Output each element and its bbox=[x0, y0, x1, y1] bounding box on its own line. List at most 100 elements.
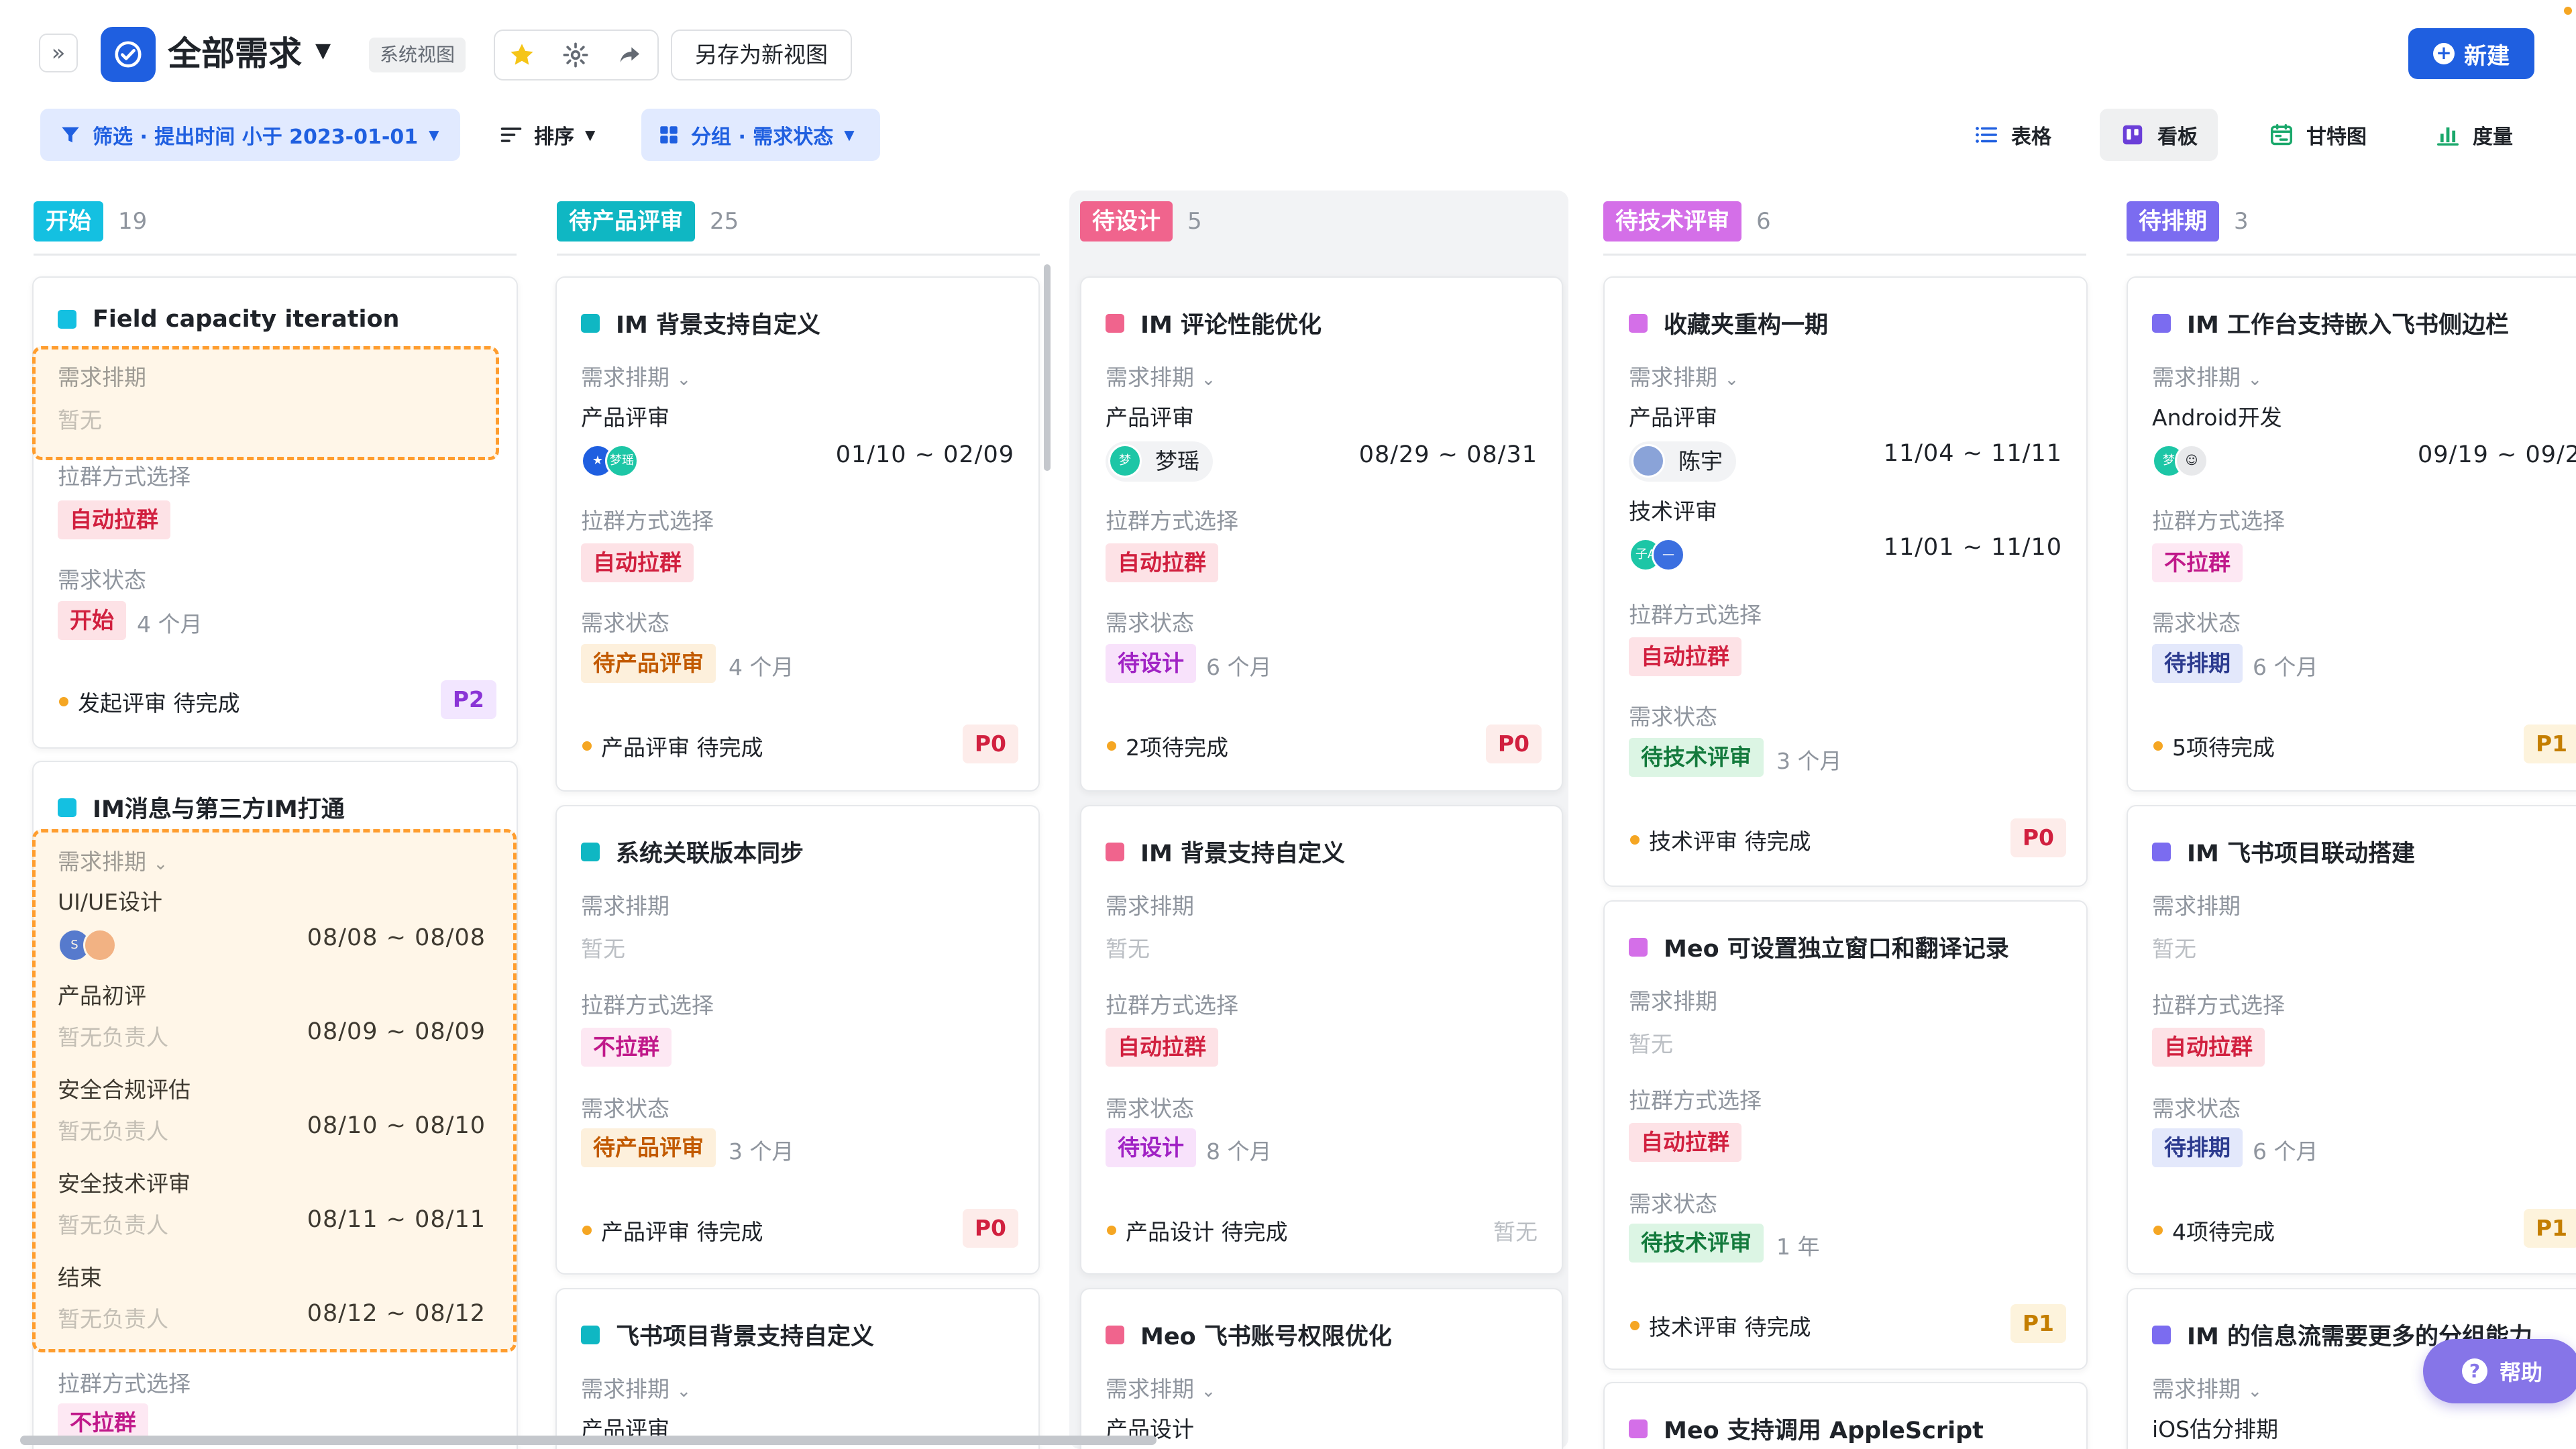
app-icon bbox=[101, 27, 156, 82]
group-method-label: 拉群方式选择 bbox=[1629, 1087, 1762, 1114]
expand-sidebar-button[interactable]: » bbox=[39, 34, 78, 72]
notification-dot bbox=[2564, 7, 2572, 15]
status-square-icon bbox=[1106, 1325, 1124, 1344]
status-tag[interactable]: 待排期 bbox=[2152, 644, 2243, 683]
status-tag[interactable]: 待排期 bbox=[2152, 1128, 2243, 1167]
pending-dot-icon bbox=[582, 1226, 592, 1235]
status-square-icon bbox=[2152, 313, 2171, 333]
card-im-background-custom[interactable]: IM 背景支持自定义 需求排期 ⌄ 产品评审 ★ 梦瑶 01/10 ~ 02/0… bbox=[555, 276, 1040, 792]
card-system-version-sync[interactable]: 系统关联版本同步 需求排期 暂无 拉群方式选择 不拉群 需求状态 待产品评审 3… bbox=[555, 805, 1040, 1275]
stage-name: 技术评审 bbox=[1629, 498, 1717, 525]
schedule-empty: 暂无 bbox=[581, 936, 625, 962]
avatar bbox=[1631, 444, 1665, 478]
group-button[interactable]: 分组 · 需求状态 ▼ bbox=[641, 109, 880, 161]
gear-icon bbox=[563, 42, 588, 68]
group-grid-icon bbox=[660, 126, 678, 144]
group-method-tag[interactable]: 自动拉群 bbox=[1629, 1123, 1741, 1162]
horizontal-scrollbar[interactable] bbox=[20, 1436, 1157, 1445]
column-title: 待产品评审 bbox=[557, 201, 695, 241]
share-arrow-icon bbox=[620, 47, 639, 62]
status-square-icon bbox=[581, 1325, 600, 1344]
status-tag[interactable]: 待设计 bbox=[1106, 1128, 1196, 1167]
status-tag[interactable]: 待产品评审 bbox=[581, 1128, 716, 1167]
status-tag[interactable]: 待产品评审 bbox=[581, 644, 716, 683]
footer-text: 发起评审 待完成 bbox=[78, 690, 240, 716]
card-meo-window-translate[interactable]: Meo 可设置独立窗口和翻译记录 需求排期 暂无 拉群方式选择 自动拉群 需求状… bbox=[1603, 900, 2088, 1370]
share-button[interactable] bbox=[602, 31, 656, 79]
group-method-tag[interactable]: 自动拉群 bbox=[2152, 1028, 2265, 1067]
card-meo-permission[interactable]: Meo 飞书账号权限优化 需求排期 ⌄ 产品设计 bbox=[1080, 1288, 1563, 1449]
pending-dot-icon bbox=[1107, 741, 1116, 751]
group-method-label: 拉群方式选择 bbox=[1106, 508, 1238, 534]
priority-badge: P0 bbox=[962, 724, 1018, 763]
dashed-highlight-box bbox=[32, 829, 517, 1352]
favorite-button[interactable] bbox=[495, 31, 549, 79]
card-footer: 技术评审 待完成 bbox=[1630, 1309, 1811, 1342]
status-tag[interactable]: 待设计 bbox=[1106, 644, 1196, 683]
card-im-workspace-sidebar[interactable]: IM 工作台支持嵌入飞书侧边栏 需求排期 ⌄ Android开发 梦 ☺ 09/… bbox=[2127, 276, 2576, 792]
double-chevron-right-icon: » bbox=[51, 40, 66, 66]
card-im-feishu-project-link[interactable]: IM 飞书项目联动搭建 需求排期 暂无 拉群方式选择 自动拉群 需求状态 待排期… bbox=[2127, 805, 2576, 1275]
priority-badge: P2 bbox=[440, 680, 496, 719]
card-title: Meo 支持调用 AppleScript bbox=[1629, 1411, 1984, 1446]
schedule-label: 需求排期 ⌄ bbox=[581, 1376, 692, 1402]
filter-icon bbox=[62, 127, 79, 143]
status-tag[interactable]: 待技术评审 bbox=[1629, 1224, 1764, 1263]
card-footer: 发起评审 待完成 bbox=[59, 686, 240, 718]
new-button[interactable]: + 新建 bbox=[2408, 28, 2534, 79]
chevron-down-icon: ⌄ bbox=[2247, 370, 2263, 390]
card-title-text: Field capacity iteration bbox=[93, 306, 400, 333]
pending-dot-icon bbox=[2153, 741, 2163, 751]
card-footer: 4项待完成 bbox=[2153, 1214, 2275, 1246]
status-tag[interactable]: 待技术评审 bbox=[1629, 738, 1764, 777]
group-method-tag[interactable]: 自动拉群 bbox=[58, 500, 170, 539]
card-meo-applescript[interactable]: Meo 支持调用 AppleScript bbox=[1603, 1382, 2088, 1449]
settings-button[interactable] bbox=[549, 31, 602, 79]
status-square-icon bbox=[1629, 313, 1648, 333]
stage-date: 11/04 ~ 11/11 bbox=[1883, 440, 2062, 467]
status-age: 1 年 bbox=[1776, 1234, 1820, 1260]
stage-name: 产品评审 bbox=[1106, 405, 1194, 431]
card-im-comment-perf[interactable]: IM 评论性能优化 需求排期 ⌄ 产品评审 梦瑶 梦 08/29 ~ 08/31… bbox=[1080, 276, 1563, 792]
group-method-label: 拉群方式选择 bbox=[2152, 992, 2285, 1018]
group-method-tag[interactable]: 自动拉群 bbox=[1106, 543, 1218, 582]
status-age: 6 个月 bbox=[1206, 654, 1272, 680]
column-title: 待排期 bbox=[2127, 201, 2219, 241]
schedule-label: 需求排期 bbox=[2152, 893, 2241, 919]
page-title[interactable]: 全部需求 bbox=[168, 30, 302, 78]
card-favorites-refactor[interactable]: 收藏夹重构一期 需求排期 ⌄ 产品评审 陈宇 11/04 ~ 11/11 技术评… bbox=[1603, 276, 2088, 887]
group-method-label: 拉群方式选择 bbox=[581, 992, 714, 1018]
group-method-tag[interactable]: 不拉群 bbox=[2152, 543, 2243, 582]
card-title: IM 工作台支持嵌入飞书侧边栏 bbox=[2152, 306, 2509, 340]
schedule-label: 需求排期 ⌄ bbox=[1629, 364, 1739, 390]
card-title: IM 背景支持自定义 bbox=[1106, 835, 1345, 869]
card-feishu-background-custom[interactable]: 飞书项目背景支持自定义 需求排期 ⌄ 产品评审 bbox=[555, 1288, 1040, 1449]
status-age: 4 个月 bbox=[729, 654, 794, 680]
group-method-tag[interactable]: 自动拉群 bbox=[581, 543, 694, 582]
column-header-scheduling: 待排期 3 bbox=[2127, 200, 2249, 243]
title-dropdown-icon[interactable]: ▼ bbox=[315, 39, 331, 62]
help-button[interactable]: ? 帮助 bbox=[2423, 1339, 2576, 1403]
column-divider bbox=[1603, 254, 2086, 256]
save-as-new-view-button[interactable]: 另存为新视图 bbox=[671, 30, 852, 80]
tab-gantt[interactable]: 甘特图 bbox=[2249, 109, 2387, 161]
status-square-icon bbox=[1106, 313, 1124, 333]
column-scrollbar[interactable] bbox=[1044, 264, 1051, 471]
star-icon bbox=[511, 44, 533, 65]
group-method-tag[interactable]: 自动拉群 bbox=[1106, 1028, 1218, 1067]
system-view-tag: 系统视图 bbox=[369, 38, 466, 72]
card-im-background-custom-2[interactable]: IM 背景支持自定义 需求排期 暂无 拉群方式选择 自动拉群 需求状态 待设计 … bbox=[1080, 805, 1563, 1275]
footer-text: 产品评审 待完成 bbox=[601, 735, 763, 761]
status-tag[interactable]: 开始 bbox=[58, 601, 126, 640]
group-method-tag[interactable]: 不拉群 bbox=[581, 1028, 672, 1067]
tab-kanban[interactable]: 看板 bbox=[2100, 109, 2218, 161]
tab-metrics[interactable]: 度量 bbox=[2415, 109, 2533, 161]
sort-label: 排序 bbox=[534, 125, 574, 149]
filter-button[interactable]: 筛选 · 提出时间 小于 2023-01-01 ▼ bbox=[40, 109, 460, 161]
group-method-label: 拉群方式选择 bbox=[1629, 602, 1762, 628]
group-method-tag[interactable]: 自动拉群 bbox=[1629, 637, 1741, 676]
tab-table[interactable]: 表格 bbox=[1953, 109, 2072, 161]
check-circle-icon bbox=[115, 41, 142, 68]
sort-button[interactable]: 排序 ▼ bbox=[490, 109, 610, 161]
group-method-label: 拉群方式选择 bbox=[1106, 992, 1238, 1018]
